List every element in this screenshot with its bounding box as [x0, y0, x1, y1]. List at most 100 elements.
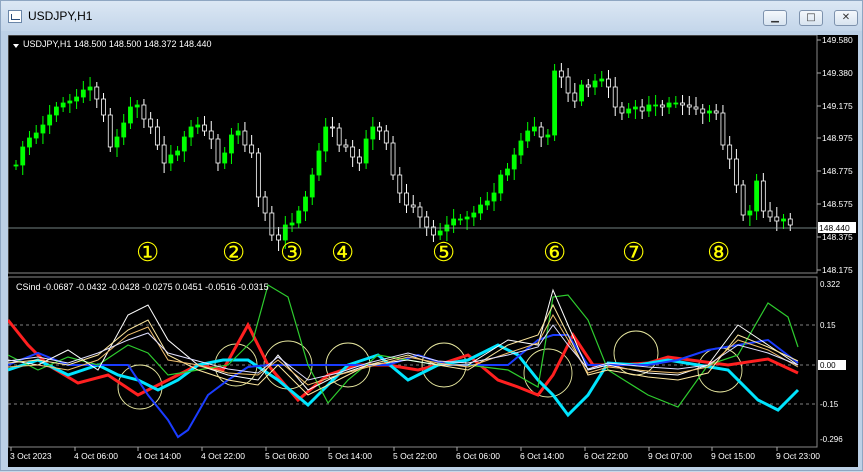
candle-body: [646, 104, 652, 112]
close-button[interactable]: ✕: [834, 10, 858, 26]
candle-body: [269, 212, 275, 236]
time-axis-label: 9 Oct 23:00: [776, 451, 820, 461]
candle-body: [390, 142, 396, 176]
candle-body: [161, 144, 167, 164]
candle-body: [767, 210, 773, 218]
candle-body: [47, 114, 53, 126]
indicator-axis-label: -0.15: [820, 400, 839, 409]
candle-body: [639, 106, 645, 112]
candle-body: [686, 104, 692, 108]
time-axis-label: 4 Oct 22:00: [201, 451, 245, 461]
candle-body: [471, 212, 477, 218]
candle-body: [612, 86, 618, 108]
candle-body: [478, 204, 483, 214]
candle-body: [666, 102, 672, 108]
candle-body: [188, 126, 194, 138]
chart-window: USDJPY,H1 ▁ □ ✕ 149.580 149.380 149.175 148…: [0, 0, 863, 471]
candle-body: [552, 70, 558, 136]
candle-body: [484, 200, 490, 206]
candle-body: [80, 89, 86, 98]
candle-body: [727, 144, 733, 160]
time-axis-label: 5 Oct 22:00: [393, 451, 437, 461]
title-bar[interactable]: USDJPY,H1 ▁ □ ✕: [1, 1, 862, 31]
candle-body: [565, 76, 571, 94]
time-axis-label: 9 Oct 15:00: [711, 451, 755, 461]
indicator-axis-label: 0.15: [820, 321, 836, 330]
candle-body: [175, 150, 180, 156]
candle-body: [525, 130, 531, 142]
candle-body: [195, 124, 201, 128]
marker-1: ①: [136, 237, 159, 267]
candles-layer: [13, 63, 793, 251]
candle-body: [532, 126, 537, 132]
candle-body: [424, 216, 430, 228]
minimize-button[interactable]: ▁: [763, 10, 787, 26]
time-axis-label: 3 Oct 2023: [10, 451, 52, 461]
candle-body: [235, 130, 241, 136]
marker-5: ⑤: [432, 237, 455, 267]
candle-body: [572, 92, 578, 102]
candle-body: [114, 136, 120, 148]
candle-body: [60, 102, 66, 108]
candle-body: [659, 104, 665, 108]
candle-body: [249, 144, 255, 154]
candle-body: [518, 140, 524, 156]
candle-body: [760, 180, 766, 212]
candle-body: [511, 154, 517, 170]
candle-body: [67, 100, 73, 104]
candle-body: [255, 152, 261, 198]
candle-body: [168, 154, 174, 164]
chart-area[interactable]: 149.580 149.380 149.175 148.975 148.775 148.5…: [6, 34, 858, 467]
candle-body: [774, 216, 780, 222]
candle-body: [74, 96, 79, 102]
candle-body: [296, 210, 302, 224]
candle-body: [619, 106, 625, 114]
candle-body: [202, 124, 207, 132]
candle-body: [377, 126, 382, 132]
marker-3: ③: [280, 237, 303, 267]
marker-2: ②: [222, 237, 245, 267]
candle-body: [309, 174, 315, 198]
window-title: USDJPY,H1: [28, 9, 93, 23]
candle-body: [592, 80, 598, 88]
time-axis-label: 5 Oct 06:00: [265, 451, 309, 461]
candle-body: [410, 204, 416, 208]
chart-canvas[interactable]: 149.580 149.380 149.175 148.975 148.775 148.5…: [6, 34, 858, 467]
candle-body: [397, 174, 403, 194]
candle-body: [451, 218, 457, 226]
candle-body: [94, 86, 100, 100]
price-axis-label: 148.375: [822, 232, 853, 242]
candle-body: [734, 158, 739, 186]
candle-body: [148, 118, 154, 128]
candle-body: [781, 218, 786, 222]
candle-body: [154, 126, 160, 146]
marker-7: ⑦: [622, 237, 645, 267]
candle-body: [626, 108, 632, 114]
candle-body: [242, 130, 248, 146]
marker-6: ⑥: [543, 237, 566, 267]
time-axis-label: 6 Oct 22:00: [584, 451, 628, 461]
candle-body: [134, 104, 140, 108]
price-axis-label: 149.580: [822, 35, 853, 45]
candle-body: [700, 108, 706, 114]
main-panel-frame: [7, 34, 818, 274]
candle-body: [653, 104, 659, 107]
candle-body: [633, 106, 638, 110]
candle-body: [20, 146, 26, 166]
candle-body: [437, 230, 443, 236]
candle-body: [693, 106, 699, 110]
candle-body: [579, 84, 584, 102]
candle-body: [53, 106, 59, 116]
maximize-button[interactable]: □: [799, 10, 823, 26]
time-axis: 3 Oct 2023 4 Oct 06:00 4 Oct 14:00 4 Oct 22…: [10, 447, 820, 461]
price-axis-label: 148.575: [822, 199, 853, 209]
candle-body: [215, 138, 221, 164]
candle-body: [316, 150, 322, 176]
candle-body: [343, 144, 349, 148]
price-axis-label: 148.775: [822, 166, 853, 176]
dropdown-triangle-icon[interactable]: [13, 44, 19, 48]
candle-body: [404, 192, 409, 206]
price-axis-label: 149.380: [822, 68, 853, 78]
candle-body: [336, 127, 342, 146]
chart-window-icon: [8, 10, 22, 23]
